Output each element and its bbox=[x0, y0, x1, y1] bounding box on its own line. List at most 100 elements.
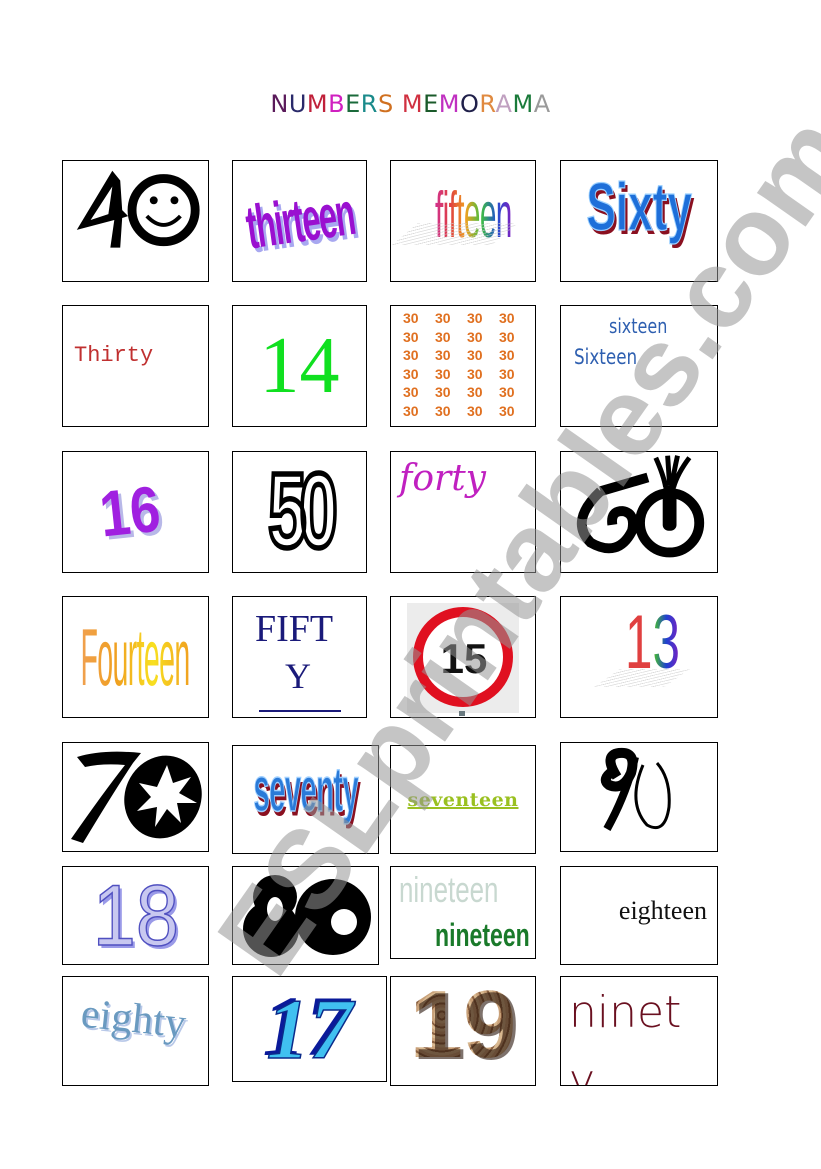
title-letter: O bbox=[459, 90, 480, 118]
eighty-bold-icon bbox=[243, 875, 371, 957]
memory-card-90[interactable] bbox=[560, 742, 718, 852]
title-letter: U bbox=[288, 90, 307, 118]
grid-number: 30 bbox=[403, 384, 419, 400]
grid-number: 30 bbox=[499, 328, 515, 345]
card-label-ghost: nineteen bbox=[399, 869, 499, 910]
memory-card-15-sign[interactable]: 15 bbox=[390, 596, 536, 718]
card-label: 16 bbox=[96, 473, 165, 551]
memory-card-30-grid[interactable]: 30 30 30 30 30 30 30 30 30 30 30 30 30 30 30 30 30 30 30 30… bbox=[390, 305, 536, 427]
card-label: eighty bbox=[78, 990, 189, 1048]
title-letter: S bbox=[377, 90, 394, 118]
grid-number: 30 bbox=[499, 310, 515, 326]
grid-number: 30 bbox=[499, 384, 515, 400]
memory-card-14[interactable]: 14 bbox=[232, 305, 367, 427]
grid-number: 30 bbox=[435, 402, 451, 419]
grid-number: 30 bbox=[467, 365, 483, 382]
memory-card-eighteen[interactable]: eighteen bbox=[560, 866, 718, 965]
grid-number: 30 bbox=[435, 384, 451, 400]
grid-number: 30 bbox=[435, 347, 451, 363]
card-label-2: Y bbox=[285, 656, 311, 696]
title-letter: R bbox=[360, 90, 378, 118]
title-letter: M bbox=[306, 90, 329, 118]
memory-card-sixty[interactable]: Sixty bbox=[560, 160, 718, 282]
memory-card-40[interactable]: 40 bbox=[62, 160, 209, 282]
grid-number: 30 bbox=[499, 365, 515, 382]
title-letter: E bbox=[423, 90, 439, 118]
card-label: Sixty bbox=[586, 170, 693, 247]
title-letter: B bbox=[328, 90, 346, 118]
grid-number: 30 bbox=[403, 402, 419, 419]
grid-number: 30 bbox=[467, 402, 483, 419]
memory-card-70[interactable] bbox=[62, 742, 209, 852]
card-label: ninet bbox=[569, 987, 682, 1038]
memory-card-60[interactable] bbox=[560, 451, 718, 573]
card-label: Fourteen bbox=[80, 611, 191, 703]
memory-card-forty[interactable]: forty bbox=[390, 451, 536, 573]
memory-card-16[interactable]: 16 bbox=[62, 451, 209, 573]
grid-number: 30 bbox=[467, 384, 483, 400]
memory-card-nineteen-word[interactable]: nineteen nineteen bbox=[390, 866, 536, 959]
card-label: 15 bbox=[440, 635, 488, 682]
card-label: nineteen bbox=[435, 917, 530, 953]
forty-smiley-icon: 40 bbox=[76, 170, 200, 248]
grid-number: 30 bbox=[435, 310, 451, 326]
card-label: sixteen bbox=[609, 314, 668, 338]
card-label: seventeen bbox=[407, 788, 519, 811]
grid-number: 30 bbox=[467, 347, 483, 363]
grid-number: 30 bbox=[403, 347, 419, 363]
card-label: 18 bbox=[92, 867, 179, 964]
card-label: 17 bbox=[266, 981, 354, 1077]
title-letter: E bbox=[345, 90, 361, 118]
memory-card-50[interactable]: 50 bbox=[232, 451, 367, 573]
ninety-brush-icon bbox=[600, 747, 671, 831]
page-title: NUMBERS MEMORAMA bbox=[0, 90, 821, 118]
seventy-starburst-icon bbox=[71, 751, 202, 843]
memory-card-80[interactable] bbox=[232, 866, 379, 965]
card-label-2: Sixteen bbox=[574, 345, 638, 369]
card-label: seventy bbox=[253, 753, 359, 825]
grid-number: 30 bbox=[467, 310, 483, 326]
memory-card-ninety-word[interactable]: ninet y bbox=[560, 976, 718, 1086]
card-label: 50 bbox=[266, 452, 339, 571]
title-letter: M bbox=[438, 90, 460, 118]
memory-card-13[interactable]: 13 bbox=[560, 596, 718, 718]
grid-number: 30 bbox=[435, 365, 451, 382]
card-label: forty bbox=[399, 458, 487, 499]
title-letter: M bbox=[512, 90, 534, 118]
memory-card-seventeen[interactable]: seventeen bbox=[390, 745, 536, 854]
underline-decoration bbox=[259, 710, 341, 712]
grid-number: 30 bbox=[403, 328, 419, 345]
grid-number: 30 bbox=[467, 328, 483, 345]
title-letter: A bbox=[533, 90, 551, 118]
memory-card-eighty[interactable]: eighty bbox=[62, 976, 209, 1086]
thirty-grid: 30 30 30 30 30 30 30 30 30 30 30 30 30 30 30 30 30 30 30 30… bbox=[403, 310, 531, 421]
card-label: thirteen bbox=[241, 179, 358, 262]
grid-number: 30 bbox=[435, 328, 451, 345]
memory-card-thirteen[interactable]: thirteen bbox=[232, 160, 367, 282]
title-letter: N bbox=[270, 90, 289, 118]
grid-number: 30 bbox=[403, 365, 419, 382]
grid-number: 30 bbox=[499, 347, 515, 363]
card-label-2: y bbox=[569, 1059, 596, 1086]
memory-card-thirty[interactable]: Thirty bbox=[62, 305, 209, 427]
title-letter: M bbox=[401, 90, 424, 118]
memory-card-seventy[interactable]: seventy bbox=[232, 745, 379, 854]
sixty-stylized-icon bbox=[576, 455, 705, 558]
memory-card-sixteen[interactable]: sixteen Sixteen bbox=[560, 305, 718, 427]
title-letter: R bbox=[479, 90, 496, 118]
memory-card-18[interactable]: 18 bbox=[62, 866, 209, 965]
memory-card-19[interactable]: 19 bbox=[390, 976, 536, 1086]
memory-card-fourteen[interactable]: Fourteen bbox=[62, 596, 209, 718]
memory-card-fifty-word[interactable]: FIFT Y bbox=[232, 596, 367, 718]
card-label: 19 bbox=[409, 976, 517, 1078]
memory-card-fifteen[interactable]: fifteen bbox=[390, 160, 536, 282]
title-letter bbox=[394, 90, 402, 118]
title-letter: A bbox=[495, 90, 513, 118]
card-label: Thirty bbox=[74, 342, 154, 368]
memory-card-17[interactable]: 17 bbox=[232, 976, 387, 1082]
card-label: eighteen bbox=[618, 895, 707, 925]
card-label: FIFT bbox=[255, 608, 334, 650]
card-label: 14 bbox=[259, 322, 340, 410]
grid-number: 30 bbox=[403, 310, 419, 326]
grid-number: 30 bbox=[499, 402, 515, 419]
